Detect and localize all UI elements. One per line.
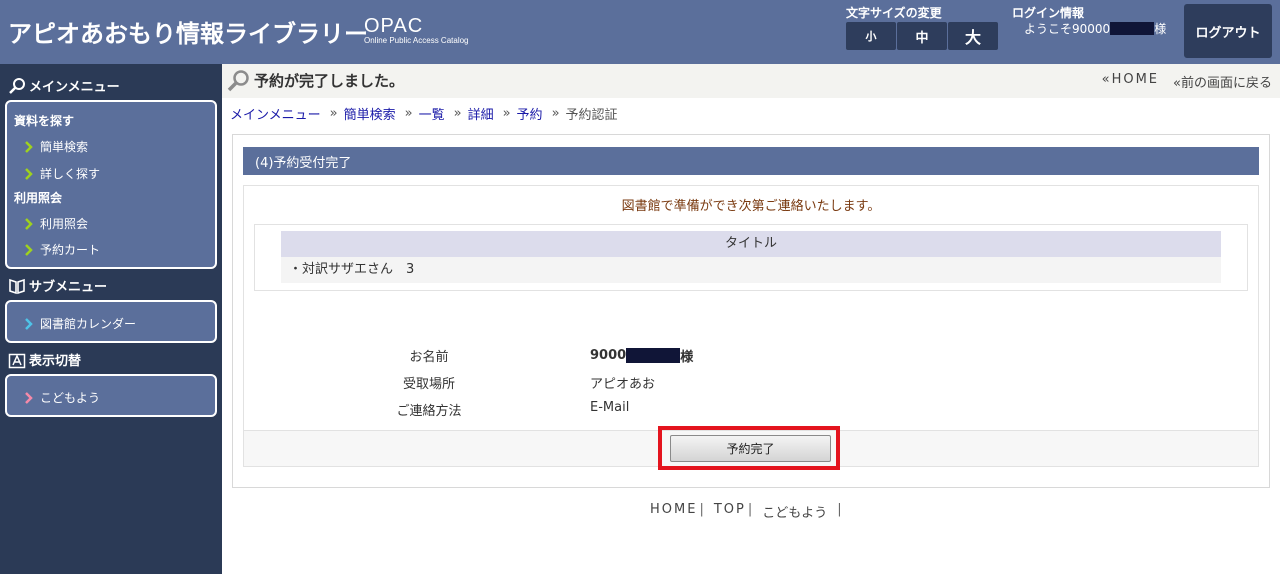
book-icon xyxy=(9,278,25,294)
sub-menu-heading: サブメニュー xyxy=(8,276,107,295)
welcome-suffix: 様 xyxy=(1154,22,1167,36)
footer-links: HOME | TOP | こどもよう | xyxy=(650,502,852,521)
sidebar-item-label: こどもよう xyxy=(40,391,101,405)
chevron-right-icon xyxy=(25,217,33,230)
sidebar-item-label: 利用照会 xyxy=(40,217,89,231)
group-usage-label: 利用照会 xyxy=(14,191,63,205)
table-header-title: タイトル xyxy=(281,231,1221,257)
sidebar: メインメニュー 資料を探す 簡単検索 詳しく探す 利用照会 利用照会 予約カート… xyxy=(0,64,222,574)
opac-main: OPAC xyxy=(364,15,424,37)
sidebar-item-label: 詳しく探す xyxy=(40,167,101,181)
footer-separator: | xyxy=(747,502,753,517)
main-menu-label: メインメニュー xyxy=(29,80,120,95)
font-size-controls: 小 中 大 xyxy=(846,22,999,50)
home-link-label: HOME xyxy=(1111,72,1160,87)
footer-kids-link[interactable]: こどもよう xyxy=(762,502,827,521)
sidebar-item-kids[interactable]: こどもよう xyxy=(22,389,100,406)
footer-separator: | xyxy=(699,502,704,517)
breadcrumb-separator: » xyxy=(453,106,462,121)
text-size-icon xyxy=(8,353,26,368)
chevron-right-icon xyxy=(25,391,33,404)
title-bar: 予約が完了しました。 «HOME «前の画面に戻る xyxy=(222,64,1280,98)
chevron-right-icon xyxy=(25,140,33,153)
logout-button[interactable]: ログアウト xyxy=(1184,4,1272,58)
display-switch-heading: 表示切替 xyxy=(8,350,81,369)
name-value: 9000 様 xyxy=(590,346,693,365)
chevron-right-icon xyxy=(25,167,33,180)
font-large-button[interactable]: 大 xyxy=(948,22,998,50)
search-icon xyxy=(227,70,249,92)
back-link[interactable]: «前の画面に戻る xyxy=(1173,72,1272,91)
table-row-title: ・対訳サザエさん 3 xyxy=(281,257,1221,283)
site-title[interactable]: アピオあおもり情報ライブラリー xyxy=(8,14,368,49)
contact-value: E-Mail xyxy=(590,400,630,415)
font-size-label: 文字サイズの変更 xyxy=(846,6,942,20)
breadcrumb-separator: » xyxy=(551,106,560,121)
opac-logo: OPAC Online Public Access Catalog xyxy=(364,16,469,45)
breadcrumb: メインメニュー » 簡単検索 » 一覧 » 詳細 » 予約 » 予約認証 xyxy=(230,104,618,123)
breadcrumb-list[interactable]: 一覧 xyxy=(419,104,445,123)
font-small-button[interactable]: 小 xyxy=(846,22,896,50)
breadcrumb-reserve[interactable]: 予約 xyxy=(517,104,543,123)
sidebar-item-simple-search[interactable]: 簡単検索 xyxy=(22,138,88,155)
reserve-complete-button[interactable]: 予約完了 xyxy=(670,435,831,462)
welcome-prefix: ようこそ90000 xyxy=(1024,22,1111,36)
sidebar-item-detail-search[interactable]: 詳しく探す xyxy=(22,165,100,182)
welcome-text: ようこそ90000 様 xyxy=(1024,20,1166,37)
breadcrumb-simple-search[interactable]: 簡単検索 xyxy=(344,104,396,123)
breadcrumb-separator: » xyxy=(404,106,413,121)
pickup-label: 受取場所 xyxy=(402,377,455,392)
page-title: 予約が完了しました。 xyxy=(254,72,405,90)
footer-top-link[interactable]: TOP xyxy=(714,502,746,521)
notice-message: 図書館で準備ができ次第ご連絡いたします。 xyxy=(621,199,881,214)
group-search-label: 資料を探す xyxy=(14,114,75,128)
breadcrumb-current: 予約認証 xyxy=(565,108,618,123)
chevron-right-icon xyxy=(25,243,33,256)
top-links: «HOME «前の画面に戻る xyxy=(1088,72,1272,91)
login-info-label: ログイン情報 xyxy=(1012,6,1085,20)
breadcrumb-separator: » xyxy=(329,106,338,121)
display-switch-label: 表示切替 xyxy=(29,354,82,369)
breadcrumb-separator: » xyxy=(502,106,511,121)
font-medium-button[interactable]: 中 xyxy=(897,22,947,50)
breadcrumb-detail[interactable]: 詳細 xyxy=(468,104,494,123)
sidebar-item-label: 図書館カレンダー xyxy=(40,317,137,331)
opac-sub: Online Public Access Catalog xyxy=(364,36,469,45)
name-prefix: 9000 xyxy=(590,348,627,363)
section-heading: (4)予約受付完了 xyxy=(243,147,1259,175)
contact-label: ご連絡方法 xyxy=(396,404,462,419)
name-label: お名前 xyxy=(409,350,449,365)
sidebar-item-label: 予約カート xyxy=(40,243,101,257)
footer-home-link[interactable]: HOME xyxy=(650,502,697,521)
sub-menu-label: サブメニュー xyxy=(29,280,108,295)
sidebar-item-label: 簡単検索 xyxy=(40,140,89,154)
sidebar-item-reserve-cart[interactable]: 予約カート xyxy=(22,241,100,258)
sidebar-item-usage-inquiry[interactable]: 利用照会 xyxy=(22,215,88,232)
header: アピオあおもり情報ライブラリー OPAC Online Public Acces… xyxy=(0,0,1280,64)
name-suffix: 様 xyxy=(680,350,694,365)
redacted-name xyxy=(626,348,681,363)
back-link-label: 前の画面に戻る xyxy=(1180,76,1272,91)
main-menu-heading: メインメニュー xyxy=(8,76,120,95)
search-icon xyxy=(9,77,25,94)
chevron-right-icon xyxy=(25,317,33,330)
breadcrumb-main-menu[interactable]: メインメニュー xyxy=(230,104,321,123)
sidebar-item-calendar[interactable]: 図書館カレンダー xyxy=(22,315,136,332)
home-link[interactable]: «HOME xyxy=(1102,72,1159,91)
footer-separator: | xyxy=(837,502,842,517)
pickup-value: アピオあお xyxy=(590,377,656,392)
redacted-user-id xyxy=(1110,22,1155,35)
